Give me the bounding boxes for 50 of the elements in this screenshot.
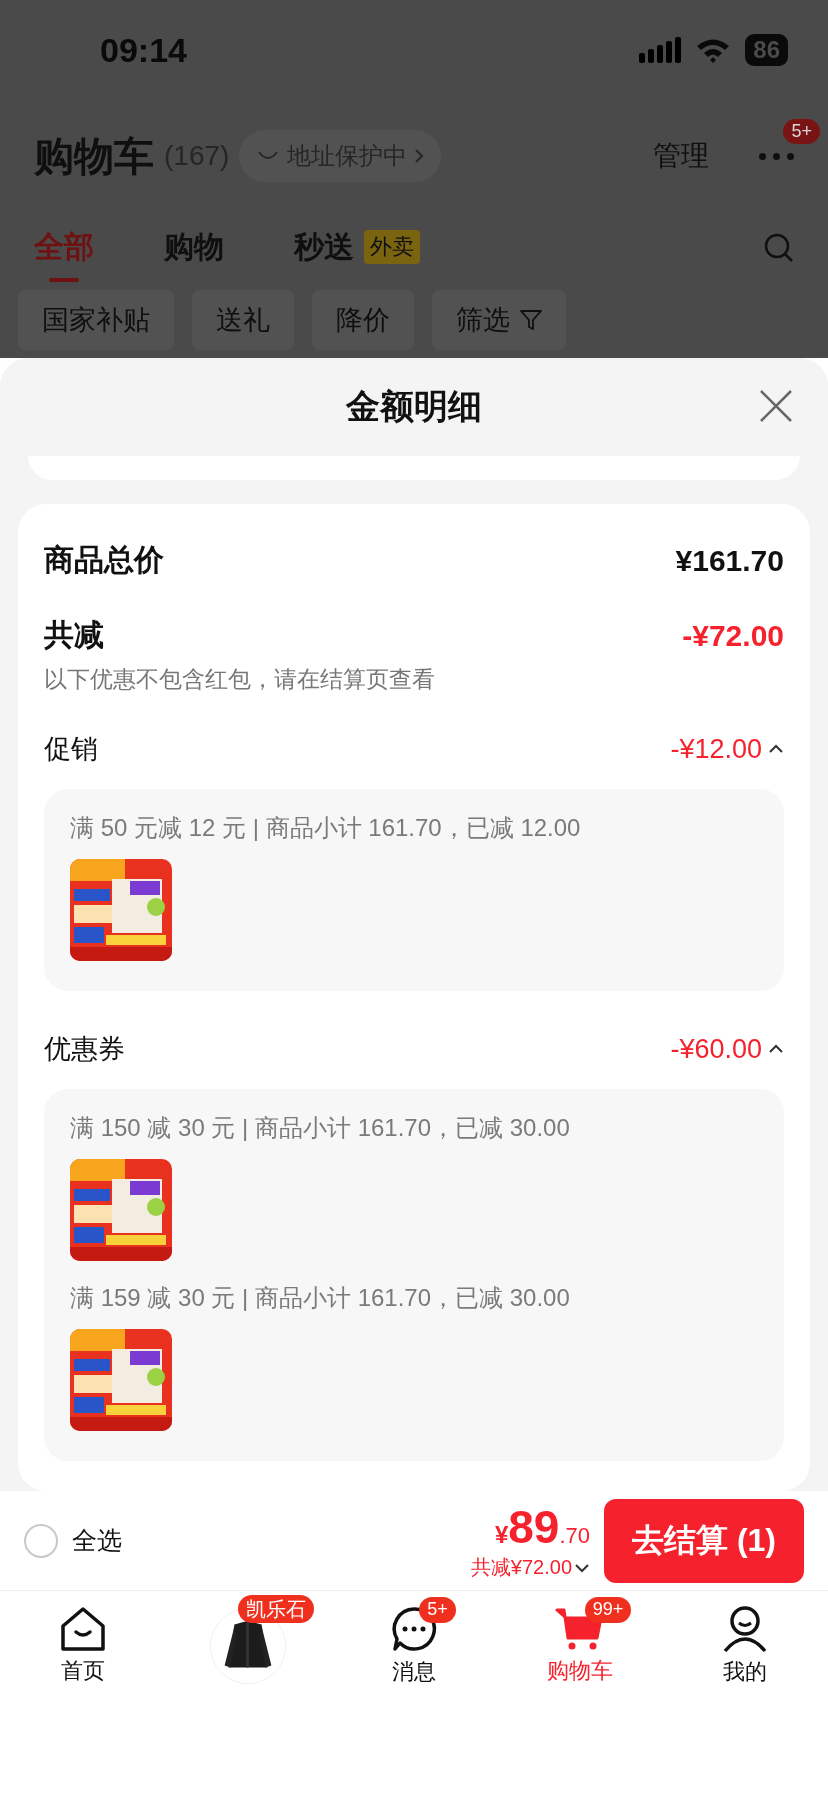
manage-link[interactable]: 管理 bbox=[653, 137, 709, 175]
home-icon bbox=[58, 1606, 107, 1652]
nav-badge: 凯乐石 bbox=[237, 1595, 314, 1623]
total-label: 商品总价 bbox=[44, 542, 164, 578]
page-title: 购物车 bbox=[34, 132, 154, 180]
caret-up-icon bbox=[768, 1044, 784, 1054]
filter-chip[interactable]: 送礼 bbox=[192, 290, 294, 350]
close-button[interactable] bbox=[758, 388, 794, 424]
group-toggle[interactable]: -¥12.00 bbox=[670, 733, 784, 765]
category-tab[interactable]: 购物 bbox=[164, 212, 224, 284]
discount-detail-text: 满 50 元减 12 元 | 商品小计 161.70，已减 12.00 bbox=[70, 813, 582, 843]
notification-badge: 5+ bbox=[783, 118, 820, 145]
discount-label: 共减 bbox=[44, 617, 104, 653]
chevron-right-icon bbox=[415, 149, 424, 163]
filter-chip[interactable]: 国家补贴 bbox=[18, 290, 174, 350]
user-icon bbox=[722, 1605, 769, 1653]
select-all-label: 全选 bbox=[72, 1525, 122, 1556]
caret-down-icon bbox=[574, 1562, 590, 1573]
battery-level: 86 bbox=[745, 34, 788, 66]
category-tab[interactable]: 秒送 外卖 bbox=[294, 212, 420, 284]
nav-badge: 99+ bbox=[584, 1597, 632, 1623]
filter-chip[interactable]: 筛选 bbox=[432, 290, 566, 350]
discount-note: 以下优惠不包含红包，请在结算页查看 bbox=[44, 665, 436, 694]
savings-toggle[interactable]: 共减¥72.00 bbox=[470, 1554, 590, 1581]
wifi-icon bbox=[695, 37, 732, 63]
nav-tab[interactable]: 消息 5+ bbox=[331, 1591, 497, 1701]
smile-icon bbox=[257, 150, 280, 162]
checkout-button[interactable]: 去结算 (1) bbox=[604, 1498, 804, 1583]
caret-up-icon bbox=[768, 744, 784, 754]
tab-tag: 外卖 bbox=[364, 230, 420, 264]
nav-tab[interactable]: 购物车 99+ bbox=[496, 1591, 663, 1701]
filter-icon bbox=[520, 309, 542, 331]
sheet-title: 金额明细 bbox=[346, 386, 482, 427]
nav-badge: 5+ bbox=[419, 1597, 456, 1623]
status-time: 09:14 bbox=[100, 30, 187, 70]
total-price: ¥89.70 bbox=[494, 1500, 590, 1554]
group-label: 促销 bbox=[44, 733, 98, 766]
search-icon[interactable] bbox=[764, 233, 794, 263]
group-label: 优惠券 bbox=[44, 1033, 125, 1066]
discount-detail-text: 满 150 减 30 元 | 商品小计 161.70，已减 30.00 bbox=[70, 1113, 571, 1143]
discount-detail-text: 满 159 减 30 元 | 商品小计 161.70，已减 30.00 bbox=[70, 1283, 571, 1313]
nav-tab[interactable]: 我的 bbox=[662, 1591, 828, 1701]
filter-chip[interactable]: 降价 bbox=[312, 290, 414, 350]
nav-tab[interactable]: 凯乐石 bbox=[165, 1591, 332, 1701]
total-amount: ¥161.70 bbox=[675, 543, 784, 578]
select-all-radio[interactable] bbox=[24, 1523, 58, 1558]
nav-tab[interactable]: 首页 bbox=[0, 1591, 166, 1701]
group-toggle[interactable]: -¥60.00 bbox=[670, 1033, 784, 1065]
discount-amount: -¥72.00 bbox=[682, 618, 784, 653]
signal-icon bbox=[639, 37, 682, 63]
